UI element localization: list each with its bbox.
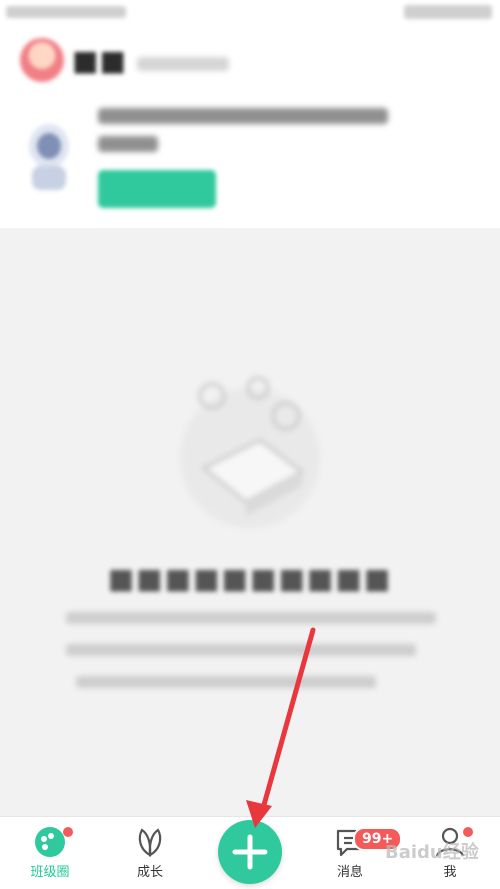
tab-label-growth: 成长 <box>136 865 163 880</box>
tab-growth[interactable]: 成长 <box>115 825 185 885</box>
class-circle-red-dot <box>63 827 73 837</box>
leaf-icon <box>138 828 162 857</box>
profile-row[interactable]: ■■ <box>20 36 229 84</box>
empty-state: ■■■■■■■■■■ <box>0 228 500 816</box>
baby-name-blurred: ■■ <box>72 43 127 77</box>
tab-messages[interactable]: 99+ 消息 <box>315 825 403 885</box>
invite-join-button[interactable] <box>98 170 216 208</box>
status-system-icons <box>404 5 492 19</box>
empty-state-title-blurred: ■■■■■■■■■■ <box>107 562 393 595</box>
header-area: ■■ <box>0 28 500 228</box>
baidu-watermark: Baidu经验 <box>385 842 479 863</box>
add-post-button[interactable] <box>218 820 282 884</box>
tab-label-messages: 消息 <box>336 865 363 880</box>
tab-label-class-circle: 班级圈 <box>30 865 70 880</box>
empty-state-description-blurred <box>66 612 436 708</box>
me-red-dot <box>463 827 473 837</box>
baby-avatar[interactable] <box>20 38 64 82</box>
baby-subtitle-blurred <box>136 57 229 71</box>
robot-illustration-icon <box>29 124 69 190</box>
status-bar <box>0 0 500 28</box>
class-circle-icon <box>35 827 65 857</box>
invite-card <box>20 108 480 218</box>
tab-class-circle[interactable]: 班级圈 <box>15 825 85 885</box>
plus-icon <box>232 834 268 870</box>
invite-text-blurred <box>98 108 398 164</box>
status-carrier-info <box>6 6 126 18</box>
empty-state-illustration-icon <box>180 376 320 528</box>
